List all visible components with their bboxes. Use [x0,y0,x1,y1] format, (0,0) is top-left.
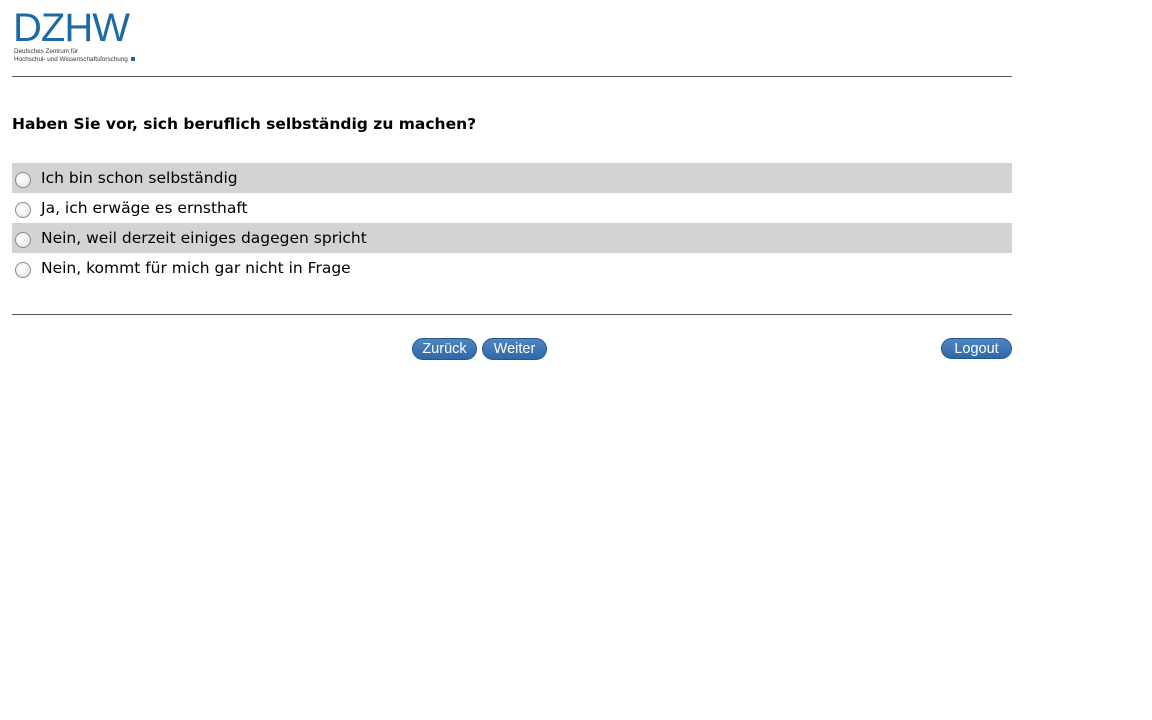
radio-button[interactable] [15,231,31,248]
logo-subtitle-line1: Deutsches Zentrum für [14,48,79,55]
radio-button[interactable] [15,201,31,218]
answer-option-label[interactable]: Ich bin schon selbständig [41,169,238,187]
answer-option-label[interactable]: Nein, weil derzeit einiges dagegen spric… [41,229,367,247]
logout-button[interactable]: Logout [941,338,1012,359]
footer-divider [12,314,1012,315]
answer-option[interactable]: Nein, kommt für mich gar nicht in Frage [12,253,1012,283]
dzhw-logo: DZHW Deutsches Zentrum für Hochschul- un… [13,6,143,66]
logo-wordmark: DZHW [13,6,130,50]
logo-subtitle-line2: Hochschul- und Wissenschaftsforschung [14,56,135,64]
answer-option[interactable]: Ja, ich erwäge es ernsthaft [12,193,1012,223]
header-divider [12,76,1012,77]
radio-button[interactable] [15,171,31,188]
answer-option[interactable]: Ich bin schon selbständig [12,163,1012,193]
back-button[interactable]: Zurück [412,338,477,360]
answer-option-label[interactable]: Nein, kommt für mich gar nicht in Frage [41,259,351,277]
question-text: Haben Sie vor, sich beruflich selbständi… [12,115,477,133]
answer-options: Ich bin schon selbständig Ja, ich erwäge… [12,163,1012,283]
logo-square-icon [130,57,135,62]
logo-subtitle-line2-text: Hochschul- und Wissenschaftsforschung [14,56,128,63]
logo-subtitle: Deutsches Zentrum für Hochschul- und Wis… [14,48,135,64]
next-button[interactable]: Weiter [482,338,547,360]
radio-button[interactable] [15,261,31,278]
answer-option[interactable]: Nein, weil derzeit einiges dagegen spric… [12,223,1012,253]
answer-option-label[interactable]: Ja, ich erwäge es ernsthaft [41,199,248,217]
